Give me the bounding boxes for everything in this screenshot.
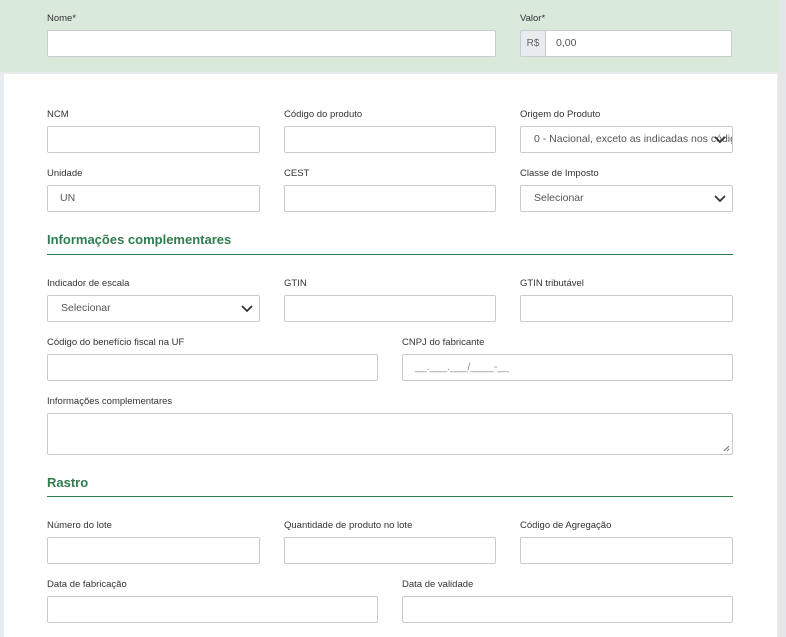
gtin-tributavel-label: GTIN tributável <box>520 278 584 289</box>
indicador-escala-label: Indicador de escala <box>47 278 130 289</box>
valor-label: Valor* <box>520 13 546 24</box>
chevron-down-icon <box>714 195 726 203</box>
beneficio-fiscal-input[interactable] <box>47 354 378 381</box>
numero-lote-input[interactable] <box>47 537 260 564</box>
informacoes-complementares-heading: Informações complementares <box>47 232 232 247</box>
cnpj-fabricante-input[interactable]: __.___.___/____-__ <box>402 354 733 381</box>
data-fabricacao-label: Data de fabricação <box>47 579 127 590</box>
informacoes-complementares-textarea[interactable] <box>47 413 733 455</box>
form-panel: NCM Código do produto Origem do Produto … <box>4 74 777 637</box>
classe-imposto-select[interactable]: Selecionar <box>520 185 733 212</box>
nome-input[interactable] <box>47 30 496 57</box>
quantidade-lote-input[interactable] <box>284 537 496 564</box>
ncm-input[interactable] <box>47 126 260 153</box>
scrollbar-track[interactable] <box>778 0 786 637</box>
data-validade-label: Data de validade <box>402 579 474 590</box>
origem-produto-value: 0 - Nacional, exceto as indicadas nos có… <box>534 133 732 145</box>
classe-imposto-value: Selecionar <box>534 192 584 204</box>
resize-handle-icon[interactable] <box>723 445 730 452</box>
unidade-input[interactable]: UN <box>47 185 260 212</box>
rastro-heading: Rastro <box>47 475 89 490</box>
chevron-down-icon <box>241 305 253 313</box>
gtin-label: GTIN <box>284 278 307 289</box>
informacoes-complementares-label: Informações complementares <box>47 396 173 407</box>
gtin-tributavel-input[interactable] <box>520 295 733 322</box>
codigo-agregacao-input[interactable] <box>520 537 733 564</box>
chevron-down-icon <box>714 136 726 144</box>
quantidade-lote-label: Quantidade de produto no lote <box>284 520 413 531</box>
nome-label: Nome* <box>47 13 77 24</box>
data-fabricacao-input[interactable] <box>47 596 378 623</box>
origem-produto-label: Origem do Produto <box>520 109 601 120</box>
numero-lote-label: Número do lote <box>47 520 112 531</box>
codigo-produto-input[interactable] <box>284 126 496 153</box>
section-divider <box>47 254 733 255</box>
beneficio-fiscal-label: Código do benefício fiscal na UF <box>47 337 185 348</box>
classe-imposto-label: Classe de Imposto <box>520 168 599 179</box>
section-divider <box>47 496 733 497</box>
origem-produto-select[interactable]: 0 - Nacional, exceto as indicadas nos có… <box>520 126 733 153</box>
valor-value: 0,00 <box>556 37 577 49</box>
cnpj-fabricante-label: CNPJ do fabricante <box>402 337 485 348</box>
gtin-input[interactable] <box>284 295 496 322</box>
ncm-label: NCM <box>47 109 69 120</box>
cest-label: CEST <box>284 168 310 179</box>
cest-input[interactable] <box>284 185 496 212</box>
codigo-produto-label: Código do produto <box>284 109 363 120</box>
codigo-agregacao-label: Código de Agregação <box>520 520 612 531</box>
data-validade-input[interactable] <box>402 596 733 623</box>
indicador-escala-value: Selecionar <box>61 302 111 314</box>
indicador-escala-select[interactable]: Selecionar <box>47 295 260 322</box>
currency-prefix: R$ <box>521 31 546 56</box>
valor-input[interactable]: R$ 0,00 <box>520 30 732 57</box>
product-header-section: Nome* Valor* R$ 0,00 <box>0 0 778 72</box>
unidade-label: Unidade <box>47 168 83 179</box>
